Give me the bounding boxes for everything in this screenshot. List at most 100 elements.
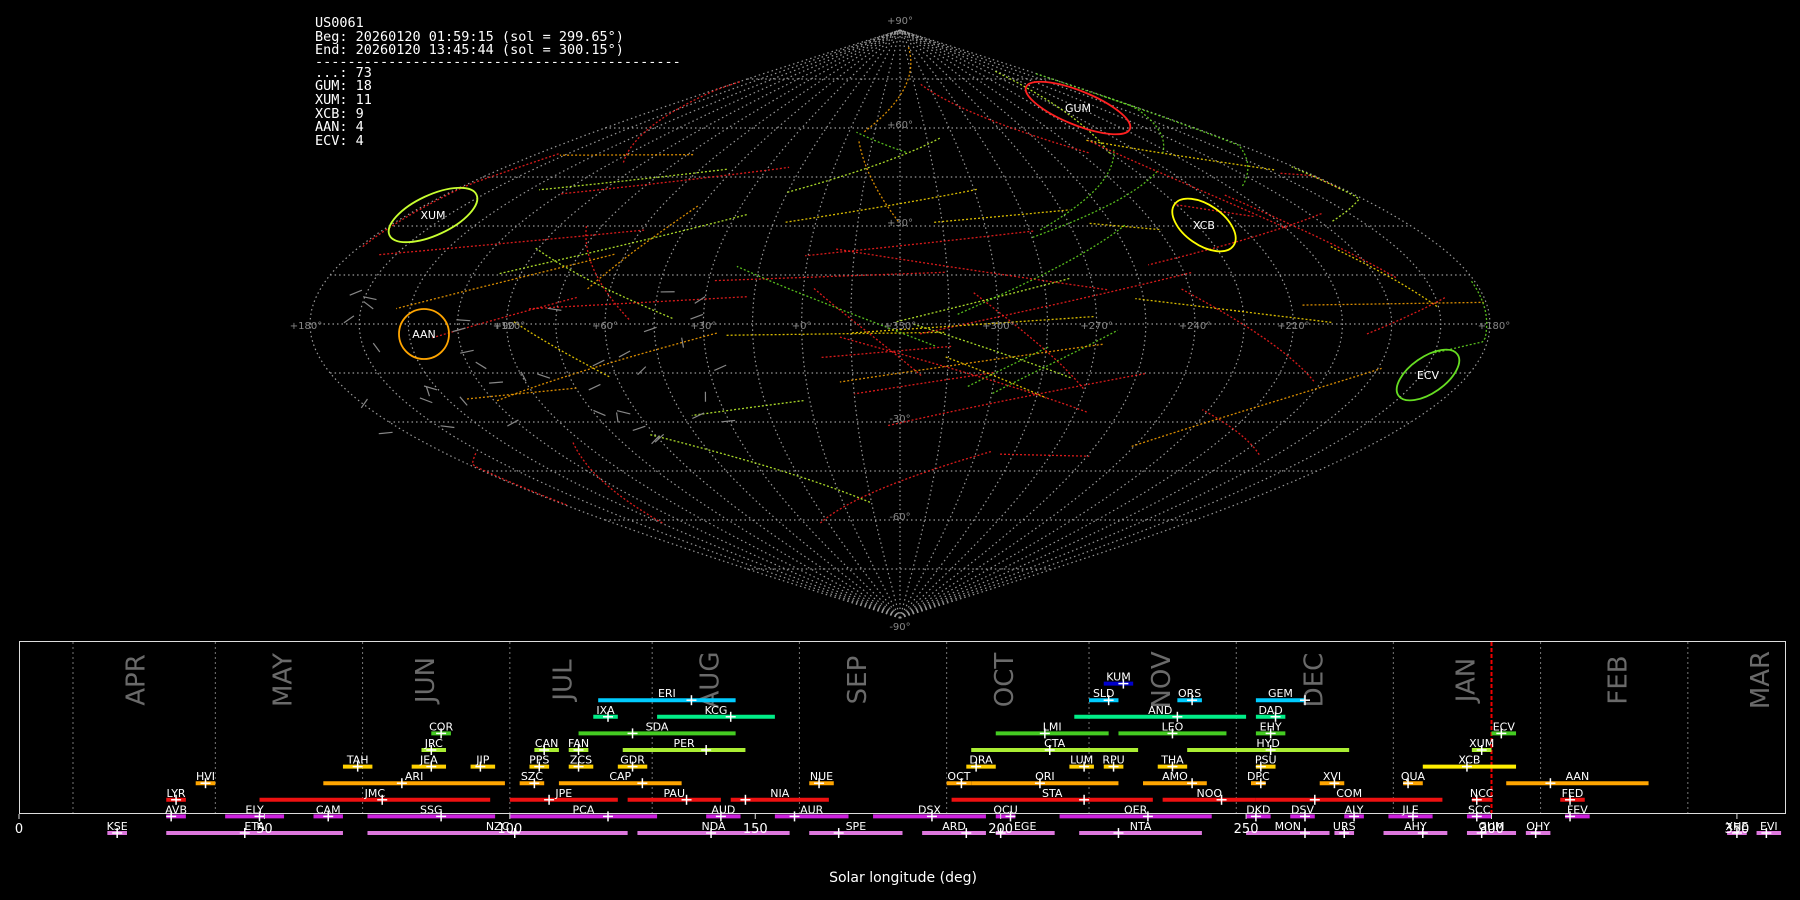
meteor-trail bbox=[586, 205, 699, 290]
meteor-trail bbox=[972, 291, 1084, 390]
month-label: OCT bbox=[990, 653, 1020, 708]
meteor-trail bbox=[650, 434, 872, 504]
shower-label: COM bbox=[1336, 787, 1362, 800]
shower-label: JRC bbox=[424, 737, 443, 750]
x-tick-label: 150 bbox=[743, 822, 768, 837]
month-labels: APR MAY JUN JUL AUG SEP OCT NOV DEC JAN FEB MAR bbox=[72, 642, 1776, 813]
meteor-trail bbox=[1366, 297, 1446, 335]
shower-label: PSU bbox=[1255, 754, 1277, 767]
count-line: XUM: 11 bbox=[315, 91, 372, 108]
meteor-trail bbox=[992, 329, 1119, 394]
lat-label: +60° bbox=[887, 120, 913, 131]
shower-timeline-chart: APR MAY JUN JUL AUG SEP OCT NOV DEC JAN FEB MAR KUM… bbox=[15, 641, 1786, 886]
meteor-trail bbox=[440, 425, 455, 429]
month-label: APR bbox=[121, 654, 151, 706]
meteor-trail bbox=[1131, 367, 1382, 448]
shower-label: QUA bbox=[1401, 770, 1426, 783]
meteor-trail bbox=[585, 226, 631, 322]
meteor-trail bbox=[856, 131, 907, 153]
shower-label: AMO bbox=[1162, 770, 1188, 783]
shower-label: OHY bbox=[1526, 820, 1550, 833]
meteor-trail bbox=[1032, 169, 1160, 239]
x-tick-label: 250 bbox=[1234, 822, 1259, 837]
meteor-trail bbox=[1174, 203, 1254, 218]
meteor-trail bbox=[520, 371, 527, 382]
shower-label: AUR bbox=[800, 803, 824, 816]
lon-label: +300° bbox=[982, 321, 1014, 332]
shower-label: NOO bbox=[1196, 787, 1222, 800]
meteor-trail bbox=[616, 410, 631, 415]
meteor-trail bbox=[1035, 72, 1165, 154]
shower-label: AND bbox=[1148, 704, 1172, 717]
shower-label: TAH bbox=[346, 754, 369, 767]
shower-label: SPE bbox=[846, 820, 867, 833]
meteor-trail bbox=[459, 396, 468, 406]
shower-label: JLE bbox=[1401, 803, 1418, 816]
meteor-trail bbox=[361, 153, 559, 249]
lon-label: +210° bbox=[1277, 321, 1309, 332]
meteor-trail bbox=[507, 419, 519, 427]
meteor-trail bbox=[343, 315, 355, 324]
meteor-trail bbox=[539, 168, 727, 191]
lat-label: +30° bbox=[887, 218, 913, 229]
month-label: JUL bbox=[548, 659, 578, 703]
shower-label: SSG bbox=[420, 803, 443, 816]
shower-label: ALY bbox=[1345, 803, 1364, 816]
shower-label: HYD bbox=[1256, 737, 1279, 750]
month-label: JUN bbox=[411, 657, 441, 705]
meteor-trail bbox=[1039, 149, 1115, 231]
meteor-trail bbox=[726, 331, 945, 336]
meteor-trail bbox=[786, 137, 941, 194]
lon-label: +180° bbox=[290, 321, 322, 332]
meteor-trail bbox=[721, 419, 736, 423]
shower-label: JMC bbox=[364, 787, 386, 800]
shower-label: XUM bbox=[1469, 737, 1494, 750]
meteor-trail bbox=[934, 209, 1070, 223]
shower-label: PCA bbox=[573, 803, 595, 816]
shower-label: KUM bbox=[1106, 671, 1130, 684]
x-axis-label: Solar longitude (deg) bbox=[829, 870, 977, 886]
radiant-label: XUM bbox=[420, 209, 445, 222]
sky-map: +90°+60°+30°-30°-60°-90°+180° +120°+90° +6… bbox=[290, 16, 1510, 630]
meteor-trail bbox=[618, 350, 631, 358]
x-tick-label: 100 bbox=[497, 822, 522, 837]
shower-label: ERI bbox=[658, 687, 676, 700]
meteor-trail bbox=[572, 442, 665, 525]
meteor-trail bbox=[1201, 409, 1260, 455]
shower-label: JPE bbox=[554, 787, 572, 800]
shower-label: JIP bbox=[475, 754, 489, 767]
x-tick-label: 200 bbox=[988, 822, 1013, 837]
meteor-trail bbox=[349, 289, 363, 296]
meteor-trail bbox=[1181, 288, 1315, 383]
shower-label: EVI bbox=[1760, 820, 1778, 833]
shower-label: IXA bbox=[596, 704, 615, 717]
shower-label: AHY bbox=[1404, 820, 1427, 833]
meteor-trail bbox=[805, 230, 1034, 257]
shower-label: FED bbox=[1562, 787, 1584, 800]
radiant-label: XCB bbox=[1193, 219, 1215, 232]
shower-label: COR bbox=[429, 720, 453, 733]
shower-label: ARD bbox=[942, 820, 966, 833]
info-panel: US0061 Beg: 20260120 01:59:15 (sol = 299.… bbox=[315, 16, 681, 148]
meteor-trail bbox=[419, 397, 433, 404]
shower-label: CAM bbox=[316, 803, 341, 816]
meteor-trail bbox=[1302, 301, 1485, 306]
meteor-trail bbox=[896, 277, 1071, 323]
count-line: XCB: 9 bbox=[315, 105, 364, 122]
shower-label: URS bbox=[1333, 820, 1356, 833]
meteor-trail bbox=[362, 296, 377, 301]
meteor-trail bbox=[838, 336, 1087, 413]
shower-label: MON bbox=[1275, 820, 1301, 833]
lon-label: +0° bbox=[792, 321, 812, 332]
lat-label: -60° bbox=[889, 512, 910, 523]
meteor-trail bbox=[632, 425, 646, 432]
lon-label: +60° bbox=[592, 321, 618, 332]
shower-label: KSE bbox=[107, 820, 128, 833]
meteor-trail bbox=[547, 307, 562, 311]
meteor-trail bbox=[615, 412, 619, 423]
shower-label: SCC bbox=[1468, 803, 1491, 816]
lon-label: +270° bbox=[1080, 321, 1112, 332]
shower-label: ECV bbox=[1493, 720, 1516, 733]
shower-label: FAN bbox=[568, 737, 589, 750]
shower-label: EGE bbox=[1014, 820, 1036, 833]
